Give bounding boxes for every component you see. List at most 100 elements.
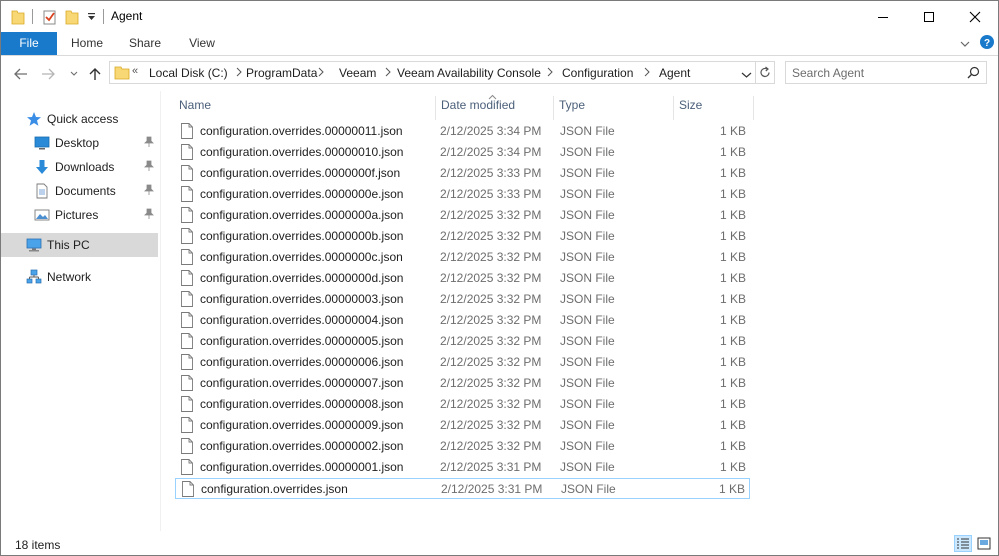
- file-row[interactable]: configuration.overrides.0000000f.json 2/1…: [175, 163, 750, 184]
- tab-view[interactable]: View: [178, 32, 226, 55]
- details-view-button[interactable]: [954, 535, 972, 552]
- file-row[interactable]: configuration.overrides.00000002.json 2/1…: [175, 436, 750, 457]
- json-file-icon: [181, 459, 193, 478]
- address-dropdown-icon[interactable]: [741, 68, 752, 82]
- file-row[interactable]: configuration.overrides.00000003.json 2/1…: [175, 289, 750, 310]
- file-size: 1 KB: [719, 355, 746, 369]
- file-row[interactable]: configuration.overrides.00000011.json 2/1…: [175, 121, 750, 142]
- file-date-modified: 2/12/2025 3:31 PM: [441, 482, 543, 496]
- file-name: configuration.overrides.00000008.json: [200, 397, 404, 411]
- column-header-name[interactable]: Name: [174, 96, 436, 120]
- breadcrumb-veeam[interactable]: Veeam: [339, 66, 376, 80]
- forward-arrow-icon[interactable]: [38, 63, 58, 85]
- maximize-button[interactable]: [906, 1, 952, 32]
- file-row[interactable]: configuration.overrides.00000010.json 2/1…: [175, 142, 750, 163]
- file-row[interactable]: configuration.overrides.0000000b.json 2/1…: [175, 226, 750, 247]
- file-row[interactable]: configuration.overrides.00000009.json 2/1…: [175, 415, 750, 436]
- close-button[interactable]: [952, 1, 998, 32]
- sidebar-item-pictures[interactable]: Pictures: [1, 203, 158, 227]
- sidebar-item-documents[interactable]: Documents: [1, 179, 158, 203]
- file-row[interactable]: configuration.overrides.00000006.json 2/1…: [175, 352, 750, 373]
- file-type: JSON File: [560, 187, 615, 201]
- breadcrumb-chevron-icon[interactable]: [317, 66, 325, 81]
- file-size: 1 KB: [719, 460, 746, 474]
- refresh-button[interactable]: [756, 61, 775, 84]
- file-size: 1 KB: [719, 313, 746, 327]
- file-row[interactable]: configuration.overrides.00000007.json 2/1…: [175, 373, 750, 394]
- file-name: configuration.overrides.00000003.json: [200, 292, 404, 306]
- tab-home[interactable]: Home: [63, 32, 111, 55]
- breadcrumb-availability-console[interactable]: Veeam Availability Console: [397, 66, 541, 80]
- desktop-icon: [34, 135, 50, 151]
- breadcrumb-chevron-icon[interactable]: [546, 66, 554, 81]
- file-row[interactable]: configuration.overrides.0000000d.json 2/1…: [175, 268, 750, 289]
- file-date-modified: 2/12/2025 3:32 PM: [440, 313, 542, 327]
- help-icon[interactable]: ?: [979, 34, 995, 53]
- file-type: JSON File: [560, 418, 615, 432]
- sidebar-item-this-pc[interactable]: This PC: [1, 233, 158, 257]
- file-name: configuration.overrides.0000000d.json: [200, 271, 404, 285]
- file-row[interactable]: configuration.overrides.00000008.json 2/1…: [175, 394, 750, 415]
- breadcrumb-chevron-icon[interactable]: [384, 66, 392, 81]
- file-size: 1 KB: [719, 124, 746, 138]
- file-name: configuration.overrides.json: [201, 482, 348, 496]
- json-file-icon: [181, 291, 193, 310]
- sidebar-item-network[interactable]: Network: [1, 265, 158, 289]
- json-file-icon: [181, 228, 193, 247]
- search-icon[interactable]: [967, 66, 980, 82]
- tab-file[interactable]: File: [1, 32, 57, 55]
- json-file-icon: [182, 481, 194, 500]
- breadcrumb-overflow[interactable]: «: [132, 65, 138, 77]
- folder-icon[interactable]: [11, 8, 25, 26]
- sidebar-item-label: Documents: [55, 184, 116, 198]
- file-type: JSON File: [560, 124, 615, 138]
- file-row[interactable]: configuration.overrides.00000001.json 2/1…: [175, 457, 750, 478]
- file-name: configuration.overrides.00000009.json: [200, 418, 404, 432]
- file-row[interactable]: configuration.overrides.0000000c.json 2/1…: [175, 247, 750, 268]
- breadcrumb-configuration[interactable]: Configuration: [562, 66, 633, 80]
- file-date-modified: 2/12/2025 3:32 PM: [440, 355, 542, 369]
- tab-share[interactable]: Share: [121, 32, 169, 55]
- file-size: 1 KB: [719, 229, 746, 243]
- recent-locations-icon[interactable]: [67, 63, 81, 85]
- breadcrumb-local-disk[interactable]: Local Disk (C:): [149, 66, 228, 80]
- file-size: 1 KB: [718, 482, 745, 496]
- column-divider[interactable]: [753, 96, 754, 120]
- file-row[interactable]: configuration.overrides.json 2/12/2025 3:…: [175, 478, 750, 499]
- breadcrumb-chevron-icon[interactable]: [235, 66, 243, 81]
- file-type: JSON File: [560, 208, 615, 222]
- file-date-modified: 2/12/2025 3:34 PM: [440, 124, 542, 138]
- file-size: 1 KB: [719, 187, 746, 201]
- search-input[interactable]: [792, 65, 962, 81]
- expand-ribbon-icon[interactable]: [959, 38, 971, 52]
- refresh-icon: [760, 66, 770, 78]
- column-header-size[interactable]: Size: [674, 96, 754, 120]
- large-icons-view-button[interactable]: [975, 535, 993, 552]
- address-bar[interactable]: « Local Disk (C:) ProgramData Veeam Veea…: [109, 61, 756, 84]
- file-row[interactable]: configuration.overrides.00000004.json 2/1…: [175, 310, 750, 331]
- pin-icon: [144, 208, 154, 223]
- document-icon: [34, 183, 50, 199]
- breadcrumb-chevron-icon[interactable]: [643, 66, 651, 81]
- minimize-button[interactable]: [860, 1, 906, 32]
- search-box[interactable]: [785, 61, 987, 84]
- column-header-type[interactable]: Type: [554, 96, 674, 120]
- ribbon-tabs: File Home Share View ?: [1, 32, 998, 56]
- file-row[interactable]: configuration.overrides.0000000e.json 2/1…: [175, 184, 750, 205]
- breadcrumb-programdata[interactable]: ProgramData: [246, 66, 317, 80]
- sidebar-item-quick-access[interactable]: Quick access: [1, 107, 158, 131]
- up-arrow-icon[interactable]: [86, 63, 104, 85]
- new-folder-icon[interactable]: [65, 8, 79, 26]
- sidebar-item-desktop[interactable]: Desktop: [1, 131, 158, 155]
- file-date-modified: 2/12/2025 3:32 PM: [440, 334, 542, 348]
- file-row[interactable]: configuration.overrides.00000005.json 2/1…: [175, 331, 750, 352]
- customize-toolbar-icon[interactable]: [87, 11, 96, 29]
- file-date-modified: 2/12/2025 3:32 PM: [440, 376, 542, 390]
- back-arrow-icon[interactable]: [11, 63, 31, 85]
- file-name: configuration.overrides.0000000e.json: [200, 187, 404, 201]
- breadcrumb-agent[interactable]: Agent: [659, 66, 690, 80]
- file-date-modified: 2/12/2025 3:32 PM: [440, 292, 542, 306]
- file-row[interactable]: configuration.overrides.0000000a.json 2/1…: [175, 205, 750, 226]
- sidebar-item-downloads[interactable]: Downloads: [1, 155, 158, 179]
- properties-icon[interactable]: [42, 8, 58, 26]
